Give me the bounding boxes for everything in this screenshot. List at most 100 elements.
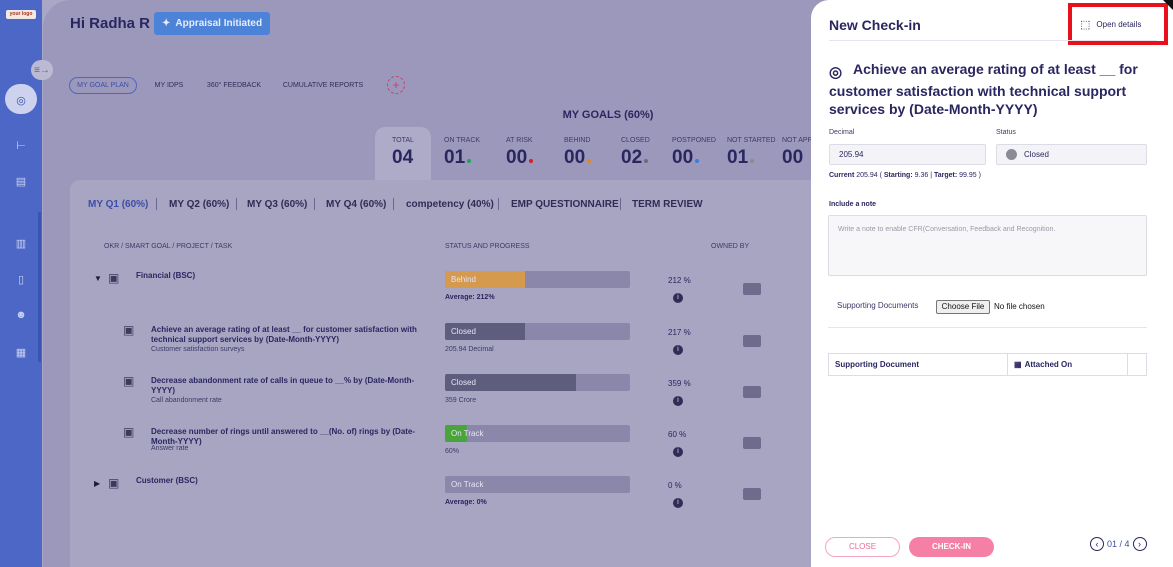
progress-percent: 212 % xyxy=(668,276,691,285)
column-header-document: Supporting Document xyxy=(829,354,1008,375)
company-logo: your logo xyxy=(6,10,36,19)
tab-separator xyxy=(620,198,621,210)
owner-avatar[interactable] xyxy=(743,437,761,449)
checkin-button[interactable]: CHECK-IN xyxy=(909,537,994,557)
tab-q1[interactable]: MY Q1 (60%) xyxy=(88,199,148,210)
target-icon: ◎ xyxy=(829,64,843,81)
goal-subtitle: Answer rate xyxy=(151,445,189,452)
choose-file-button[interactable]: Choose File xyxy=(936,300,990,314)
progress-bar[interactable]: Behind xyxy=(445,271,630,288)
stat-closed[interactable]: CLOSED 02 xyxy=(621,137,650,169)
docs-divider xyxy=(828,327,1147,328)
goal-clipboard-icon: ▣ xyxy=(108,271,120,285)
owner-avatar[interactable] xyxy=(743,283,761,295)
progress-bar[interactable]: Closed xyxy=(445,323,630,340)
goal-title[interactable]: Financial (BSC) xyxy=(136,271,416,281)
column-header-owner: OWNED BY xyxy=(711,243,750,250)
tab-q3[interactable]: MY Q3 (60%) xyxy=(247,199,307,210)
status-dot-icon xyxy=(529,159,534,163)
stat-not-app[interactable]: NOT APP 00 xyxy=(782,137,812,169)
status-dot-icon xyxy=(587,159,592,163)
status-dot-icon xyxy=(750,159,755,163)
progress-caption: Average: 212% xyxy=(445,294,495,301)
stat-postponed[interactable]: POSTPONED 00 xyxy=(672,137,716,169)
tab-q2[interactable]: MY Q2 (60%) xyxy=(169,199,229,210)
stat-value: 00 xyxy=(782,147,804,168)
stat-label: NOT APP xyxy=(782,137,813,144)
stat-label: CLOSED xyxy=(621,137,650,144)
goal-subtitle: Call abandonment rate xyxy=(151,397,222,404)
tab-my-idps[interactable]: MY IDPS xyxy=(147,77,191,94)
tab-q4[interactable]: MY Q4 (60%) xyxy=(326,199,386,210)
info-icon[interactable]: i xyxy=(673,293,683,303)
goal-clipboard-icon: ▣ xyxy=(123,425,135,439)
stat-at-risk[interactable]: AT RISK 00 xyxy=(506,137,534,169)
owner-avatar[interactable] xyxy=(743,386,761,398)
info-icon[interactable]: i xyxy=(673,447,683,457)
info-icon[interactable]: i xyxy=(673,345,683,355)
tab-360-feedback[interactable]: 360° FEEDBACK xyxy=(200,77,268,94)
stat-behind[interactable]: BEHIND 00 xyxy=(564,137,592,169)
stat-total[interactable]: TOTAL 04 xyxy=(392,137,414,169)
tab-separator xyxy=(236,198,237,210)
progress-bar[interactable]: Closed xyxy=(445,374,630,391)
sidebar-divider xyxy=(38,212,41,362)
progress-status-label: Behind xyxy=(451,275,476,284)
note-label: Include a note xyxy=(829,201,877,208)
goal-title[interactable]: Decrease number of rings until answered … xyxy=(151,427,431,447)
report-icon[interactable]: ▦ xyxy=(12,343,30,361)
info-icon[interactable]: i xyxy=(673,498,683,508)
owner-avatar[interactable] xyxy=(743,488,761,500)
progress-caption: Average: 0% xyxy=(445,499,487,506)
progress-status-label: Closed xyxy=(451,378,476,387)
column-header-actions xyxy=(1128,354,1146,375)
decimal-label: Decimal xyxy=(829,129,855,136)
goal-clipboard-icon: ▣ xyxy=(108,476,120,490)
pager-next-button[interactable]: › xyxy=(1132,537,1147,551)
expand-toggle-icon[interactable]: ▶ xyxy=(94,479,100,488)
stat-label: NOT STARTED xyxy=(727,137,776,144)
note-textarea[interactable]: Write a note to enable CFR(Conversation,… xyxy=(828,215,1147,276)
goal-title[interactable]: Decrease abandonment rate of calls in qu… xyxy=(151,376,431,396)
documents-table: Supporting Document ▦ Attached On xyxy=(828,353,1147,376)
decimal-input[interactable]: 205.94 xyxy=(829,144,986,165)
tab-my-goal-plan[interactable]: MY GOAL PLAN xyxy=(69,77,137,94)
stat-value: 00 xyxy=(672,147,716,169)
goal-title[interactable]: Achieve an average rating of at least __… xyxy=(151,325,431,345)
add-tab-button[interactable]: + xyxy=(387,76,405,94)
stat-not-started[interactable]: NOT STARTED 01 xyxy=(727,137,776,169)
column-header-attached-on: ▦ Attached On xyxy=(1008,354,1128,375)
collapse-sidebar-button[interactable]: ≡→ xyxy=(31,60,53,80)
calendar-icon: ▦ xyxy=(1014,360,1022,369)
book-icon[interactable]: ▯ xyxy=(12,270,30,288)
column-header-goal: OKR / SMART GOAL / PROJECT / TASK xyxy=(104,243,233,250)
stat-on-track[interactable]: ON TRACK 01 xyxy=(444,137,480,169)
pager-prev-button[interactable]: ‹ xyxy=(1090,537,1104,551)
progress-bar[interactable]: On Track xyxy=(445,425,630,442)
progress-caption: 205.94 Decimal xyxy=(445,346,494,353)
owner-avatar[interactable] xyxy=(743,335,761,347)
open-details-button[interactable]: ⬚ Open details xyxy=(1068,3,1168,45)
tree-icon[interactable]: ⊢ xyxy=(12,136,30,154)
goals-icon[interactable]: ◎ xyxy=(12,91,30,109)
progress-bar[interactable]: On Track xyxy=(445,476,630,493)
tab-competency[interactable]: competency (40%) xyxy=(406,199,494,210)
drawer-divider xyxy=(829,40,1157,41)
tab-separator xyxy=(314,198,315,210)
document-icon[interactable]: ▤ xyxy=(12,172,30,190)
expand-toggle-icon[interactable]: ▼ xyxy=(94,274,102,283)
team-icon[interactable]: ☻ xyxy=(12,306,30,324)
tab-emp-questionnaire[interactable]: EMP QUESTIONNAIRE xyxy=(511,199,619,210)
status-select[interactable]: Closed xyxy=(996,144,1147,165)
tab-cumulative-reports[interactable]: CUMULATIVE REPORTS xyxy=(276,77,370,94)
external-open-icon: ⬚ xyxy=(1080,18,1091,31)
stat-label: POSTPONED xyxy=(672,137,716,144)
stat-label: AT RISK xyxy=(506,137,533,144)
info-icon[interactable]: i xyxy=(673,396,683,406)
status-label: Status xyxy=(996,129,1016,136)
analytics-icon[interactable]: ▥ xyxy=(12,234,30,252)
close-button[interactable]: CLOSE xyxy=(825,537,900,557)
goal-title[interactable]: Customer (BSC) xyxy=(136,476,416,486)
tab-term-review[interactable]: TERM REVIEW xyxy=(632,199,703,210)
page-title: Hi Radha R xyxy=(70,15,151,32)
